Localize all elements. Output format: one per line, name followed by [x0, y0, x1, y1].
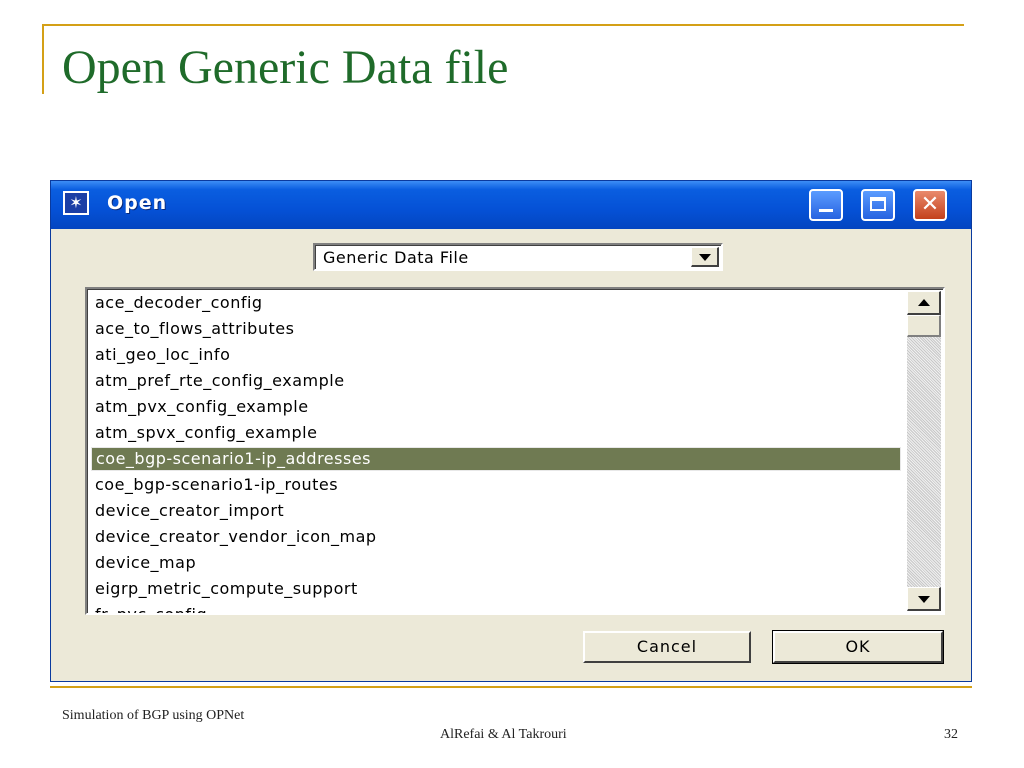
file-type-value: Generic Data File: [323, 248, 469, 267]
opnet-star-icon: ✶: [63, 191, 89, 215]
close-button[interactable]: ✕: [913, 189, 947, 221]
vertical-scrollbar[interactable]: [907, 291, 941, 611]
ok-button-label: OK: [845, 637, 871, 656]
maximize-icon: [870, 197, 886, 211]
page-number: 32: [944, 727, 958, 742]
list-item[interactable]: atm_pvx_config_example: [91, 395, 901, 419]
dialog-titlebar[interactable]: ✶ Open ✕: [51, 181, 971, 229]
list-item[interactable]: coe_bgp-scenario1-ip_routes: [91, 473, 901, 497]
cancel-button[interactable]: Cancel: [583, 631, 751, 663]
scroll-up-button[interactable]: [907, 291, 941, 315]
list-item[interactable]: ace_decoder_config: [91, 291, 901, 315]
footer-left-text: Simulation of BGP using OPNet: [62, 708, 245, 723]
dialog-title: Open: [107, 192, 168, 214]
scroll-down-button[interactable]: [907, 587, 941, 611]
list-item[interactable]: atm_pref_rte_config_example: [91, 369, 901, 393]
cancel-button-label: Cancel: [636, 637, 698, 656]
footer-author-text: AlRefai & Al Takrouri: [440, 727, 567, 742]
footer-divider: [50, 686, 972, 688]
dropdown-button[interactable]: [691, 247, 719, 267]
top-accent-line: [42, 24, 964, 26]
file-list[interactable]: ace_decoder_config ace_to_flows_attribut…: [85, 287, 945, 615]
arrow-down-icon: [918, 596, 930, 603]
close-icon: ✕: [920, 192, 940, 217]
chevron-down-icon: [699, 254, 711, 261]
list-item[interactable]: ati_geo_loc_info: [91, 343, 901, 367]
list-item[interactable]: ace_to_flows_attributes: [91, 317, 901, 341]
open-dialog: ✶ Open ✕ Generic Data File ace_decoder_c…: [50, 180, 972, 682]
minimize-icon: [819, 209, 833, 212]
slide-title: Open Generic Data file: [62, 41, 509, 94]
maximize-button[interactable]: [861, 189, 895, 221]
minimize-button[interactable]: [809, 189, 843, 221]
scrollbar-thumb[interactable]: [907, 315, 941, 337]
arrow-up-icon: [918, 299, 930, 306]
list-item[interactable]: device_creator_vendor_icon_map: [91, 525, 901, 549]
list-item[interactable]: atm_spvx_config_example: [91, 421, 901, 445]
list-item-selected[interactable]: coe_bgp-scenario1-ip_addresses: [91, 447, 901, 471]
list-item[interactable]: device_map: [91, 551, 901, 575]
ok-button[interactable]: OK: [772, 630, 944, 664]
list-item[interactable]: eigrp_metric_compute_support: [91, 577, 901, 601]
left-accent-line: [42, 24, 44, 94]
dialog-body: Generic Data File ace_decoder_config ace…: [55, 229, 967, 677]
list-item[interactable]: device_creator_import: [91, 499, 901, 523]
file-type-dropdown[interactable]: Generic Data File: [313, 243, 723, 271]
list-item[interactable]: fr_pvc_config: [91, 603, 901, 613]
